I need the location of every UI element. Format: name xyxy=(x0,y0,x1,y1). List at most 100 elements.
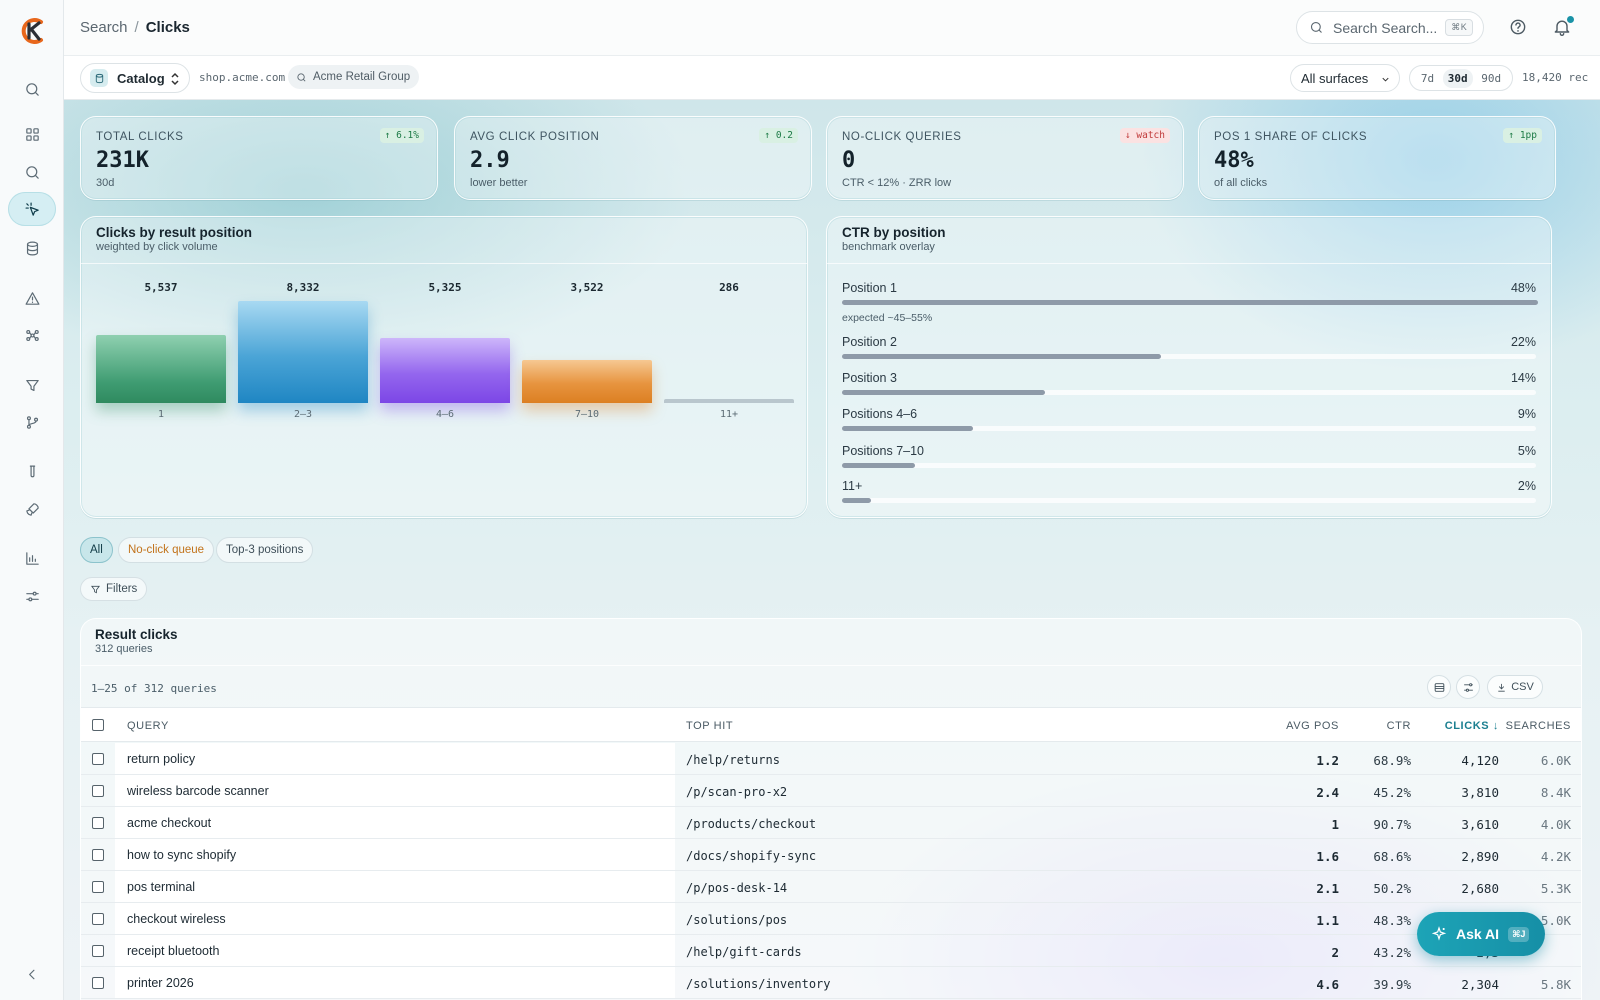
row-checkbox[interactable] xyxy=(92,977,104,989)
density-toggle-icon[interactable] xyxy=(1427,675,1451,699)
kpi-pos1-share: POS 1 SHARE OF CLICKS 48% of all clicks … xyxy=(1198,116,1556,200)
kpi-value: 2.9 xyxy=(470,148,510,173)
ctr-by-position-chart: CTR by position benchmark overlay Positi… xyxy=(826,216,1552,518)
notifications-bell-icon[interactable] xyxy=(1552,16,1574,39)
top-hit-link[interactable]: /help/gift-cards xyxy=(686,945,802,959)
bar-position-4[interactable] xyxy=(522,360,652,403)
col-searches[interactable]: SEARCHES xyxy=(1506,720,1571,732)
table-row[interactable]: how to sync shopify/docs/shopify-sync 1.6… xyxy=(81,839,1581,871)
range-7d[interactable]: 7d xyxy=(1416,69,1439,88)
nav-experiments-icon[interactable] xyxy=(8,455,56,489)
row-checkbox[interactable] xyxy=(92,817,104,829)
nav-database-icon[interactable] xyxy=(8,231,56,265)
nav-pipelines-icon[interactable] xyxy=(8,318,56,352)
row-checkbox[interactable] xyxy=(92,785,104,797)
top-hit-link[interactable]: /p/pos-desk-14 xyxy=(686,881,787,895)
table-row[interactable]: checkout wireless/solutions/pos1.148.3%2… xyxy=(81,903,1581,935)
col-ctr[interactable]: CTR xyxy=(1387,720,1411,732)
ask-ai-button[interactable]: Ask AI ⌘J xyxy=(1417,912,1545,956)
row-checkbox[interactable] xyxy=(92,945,104,957)
top-hit-link[interactable]: /p/scan-pro-x2 xyxy=(686,785,787,799)
avg-pos-value: 2.1 xyxy=(1316,881,1339,896)
catalog-selector[interactable]: Catalog xyxy=(80,63,190,93)
ctr-bar-track xyxy=(842,390,1536,395)
filters-button[interactable]: Filters xyxy=(80,577,148,601)
avg-pos-value: 1.1 xyxy=(1316,913,1339,928)
table-row[interactable]: pos terminal/p/pos-desk-14 2.1 50.2% 2,680 5… xyxy=(81,871,1581,903)
top-hit-link[interactable]: /solutions/inventory xyxy=(686,977,831,991)
searches-value: 5.3K xyxy=(1540,881,1571,896)
kpi-avg-click-position: AVG CLICK POSITION 2.9 lower better ↑ 0.… xyxy=(454,116,812,200)
segment-all[interactable]: All xyxy=(80,537,113,563)
export-csv-button[interactable]: CSV xyxy=(1487,675,1543,699)
ctr-bar-track xyxy=(842,463,1536,468)
range-30d[interactable]: 30d xyxy=(1442,68,1473,88)
database-icon xyxy=(90,69,108,87)
query-text[interactable]: printer 2026 xyxy=(127,976,194,990)
range-90d[interactable]: 90d xyxy=(1476,69,1506,88)
top-hit-link[interactable]: /help/returns xyxy=(686,753,780,767)
segment-top3-positions[interactable]: Top-3 positions xyxy=(216,537,314,563)
benchmark-annotation: expected ~45–55% xyxy=(842,312,933,324)
query-text[interactable]: checkout wireless xyxy=(127,912,226,926)
col-clicks[interactable]: CLICKS ↓ xyxy=(1445,720,1499,732)
table-row[interactable]: printer 2026/solutions/inventory 4.6 39.9%… xyxy=(81,967,1581,999)
collapse-sidebar-icon[interactable] xyxy=(8,957,56,991)
ctr-bar-fill xyxy=(842,426,973,431)
table-row[interactable]: wireless barcode scanner/p/scan-pro-x2 2.… xyxy=(81,775,1581,807)
top-hit-link[interactable]: /products/checkout xyxy=(686,817,816,831)
nav-deploy-icon[interactable] xyxy=(8,492,56,526)
top-hit-link[interactable]: /docs/shopify-sync xyxy=(686,849,816,863)
org-chip[interactable]: Acme Retail Group xyxy=(288,65,420,89)
row-checkbox[interactable] xyxy=(92,913,104,925)
query-text[interactable]: wireless barcode scanner xyxy=(127,784,269,798)
row-checkbox[interactable] xyxy=(92,881,104,893)
bar-position-1[interactable] xyxy=(96,335,226,403)
select-all-checkbox[interactable] xyxy=(92,719,104,731)
nav-analytics-icon[interactable] xyxy=(8,541,56,575)
col-query[interactable]: QUERY xyxy=(127,720,169,732)
column-settings-icon[interactable] xyxy=(1456,675,1480,699)
surface-select[interactable]: All surfaces xyxy=(1290,64,1400,92)
ctr-bar-track xyxy=(842,498,1536,503)
row-checkbox[interactable] xyxy=(92,753,104,765)
nav-dashboard-icon[interactable] xyxy=(8,117,56,151)
nav-queries-icon[interactable] xyxy=(8,155,56,189)
query-text[interactable]: pos terminal xyxy=(127,880,195,894)
query-text[interactable]: how to sync shopify xyxy=(127,848,236,862)
ctr-row-label: Position 3 xyxy=(842,371,897,385)
app-logo[interactable] xyxy=(17,16,47,46)
segment-no-click-queue[interactable]: No-click queue xyxy=(118,537,215,563)
nav-clicks-icon[interactable] xyxy=(8,192,56,226)
nav-search-icon[interactable] xyxy=(8,72,56,106)
col-top-hit[interactable]: TOP HIT xyxy=(686,720,733,732)
row-checkbox[interactable] xyxy=(92,849,104,861)
nav-filter-icon[interactable] xyxy=(8,368,56,402)
query-text[interactable]: receipt bluetooth xyxy=(127,944,219,958)
table-row[interactable]: return policy/help/returns 1.2 68.9% 4,120 6… xyxy=(81,743,1581,775)
table-row[interactable]: receipt bluetooth/help/gift-cards243.2%2… xyxy=(81,935,1581,967)
chart-divider xyxy=(81,263,807,264)
nav-branch-icon[interactable] xyxy=(8,405,56,439)
bar-category-label: 4–6 xyxy=(435,409,455,420)
breadcrumb-root[interactable]: Search xyxy=(80,19,128,36)
nav-settings-icon[interactable] xyxy=(8,579,56,613)
query-text[interactable]: return policy xyxy=(127,752,195,766)
clicks-value: 2,890 xyxy=(1461,849,1499,864)
kpi-label: NO-CLICK QUERIES xyxy=(842,131,962,143)
avg-pos-value: 2 xyxy=(1331,945,1339,960)
nav-alerts-icon[interactable] xyxy=(8,281,56,315)
chart-subtitle: benchmark overlay xyxy=(842,241,935,253)
help-icon[interactable] xyxy=(1508,17,1530,39)
bar-position-3[interactable] xyxy=(380,338,510,403)
top-hit-link[interactable]: /solutions/pos xyxy=(686,913,787,927)
bar-position-2[interactable] xyxy=(238,301,368,403)
col-avg-pos[interactable]: AVG POS xyxy=(1286,720,1339,732)
kpi-trend-badge: ↑ 0.2 xyxy=(759,128,798,143)
ctr-row-value: 2% xyxy=(1517,479,1536,493)
query-text[interactable]: acme checkout xyxy=(127,816,211,830)
global-search-input[interactable]: Search Search... ⌘K xyxy=(1296,11,1484,44)
avg-pos-value: 1.2 xyxy=(1316,753,1339,768)
bar-position-5[interactable] xyxy=(664,399,794,403)
table-row[interactable]: acme checkout/products/checkout 1 90.7% 3,6… xyxy=(81,807,1581,839)
